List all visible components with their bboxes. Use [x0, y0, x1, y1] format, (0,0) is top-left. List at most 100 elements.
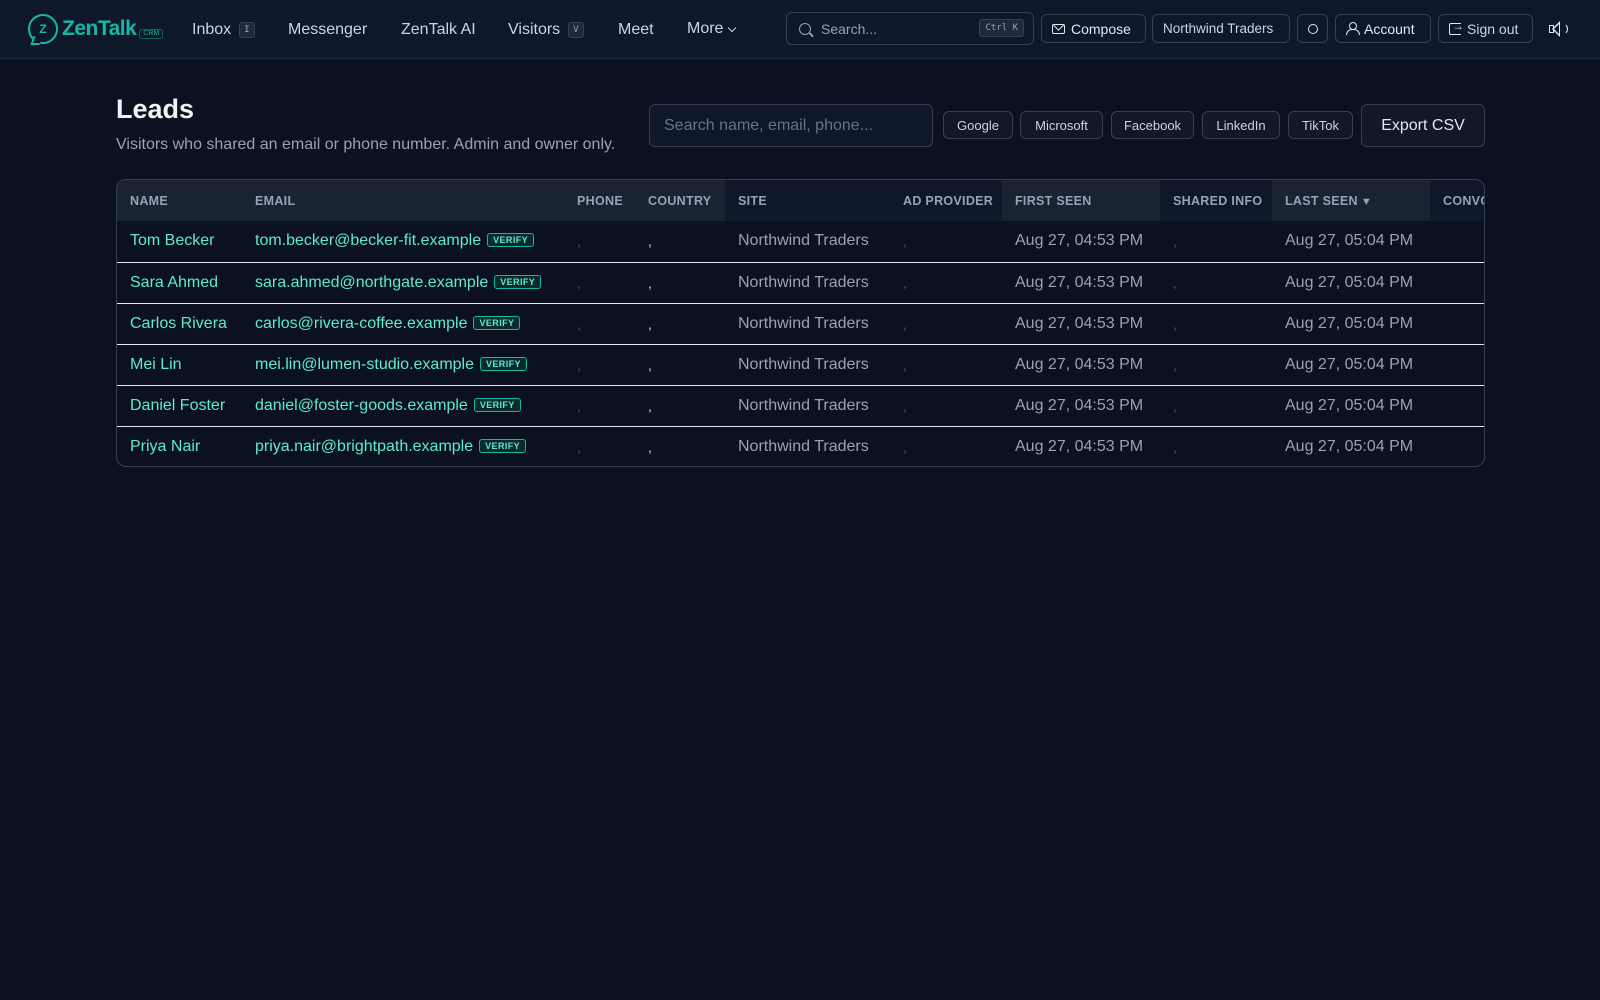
lead-email[interactable]: daniel@foster-goods.example [255, 397, 468, 414]
table-header-row: NAME EMAIL PHONE COUNTRY SITE AD PROVIDE… [117, 180, 1484, 221]
nav-zentalk-ai[interactable]: ZenTalk AI [401, 19, 476, 41]
lead-phone: , [577, 397, 581, 414]
lead-ad-provider: , [903, 438, 907, 455]
filter-tiktok-button[interactable]: TikTok [1288, 111, 1353, 139]
lead-convo[interactable] [1430, 221, 1484, 262]
workspace-switcher[interactable]: Northwind Traders [1152, 14, 1290, 43]
global-search[interactable]: Ctrl K [786, 12, 1034, 45]
column-header-shared-info[interactable]: SHARED INFO [1160, 180, 1272, 221]
lead-convo[interactable] [1430, 426, 1484, 466]
lead-shared-info: , [1173, 315, 1177, 332]
lead-convo[interactable] [1430, 385, 1484, 426]
lead-search-input[interactable] [649, 104, 933, 147]
lead-name[interactable]: Daniel Foster [117, 385, 242, 426]
column-header-country[interactable]: COUNTRY [635, 180, 725, 221]
table-row[interactable]: Carlos Rivera carlos@rivera-coffee.examp… [117, 303, 1484, 344]
last-seen-label: LAST SEEN [1285, 193, 1358, 208]
speaker-icon[interactable] [1547, 19, 1569, 39]
column-header-phone[interactable]: PHONE [564, 180, 635, 221]
lead-convo[interactable] [1430, 303, 1484, 344]
verify-badge[interactable]: VERIFY [494, 274, 542, 289]
global-search-input[interactable] [821, 20, 971, 37]
lead-site: Northwind Traders [738, 396, 869, 414]
logo[interactable]: Z ZenTalk CRM [28, 14, 164, 44]
lead-email[interactable]: sara.ahmed@northgate.example [255, 274, 488, 291]
lead-last-seen: Aug 27, 05:04 PM [1285, 355, 1414, 373]
lead-name[interactable]: Tom Becker [117, 221, 242, 262]
lead-first-seen: Aug 27, 04:53 PM [1015, 355, 1144, 373]
lead-name[interactable]: Mei Lin [117, 344, 242, 385]
lead-country: , [648, 356, 652, 373]
column-header-site[interactable]: SITE [725, 180, 890, 221]
compose-button[interactable]: Compose [1041, 14, 1146, 43]
column-header-ad-provider[interactable]: AD PROVIDER [890, 180, 1002, 221]
lead-email[interactable]: mei.lin@lumen-studio.example [255, 356, 474, 373]
account-button[interactable]: Account [1335, 14, 1431, 43]
search-icon [799, 22, 811, 35]
lead-shared-info: , [1173, 233, 1177, 250]
nav-more[interactable]: More [687, 18, 737, 40]
sign-out-icon [1449, 19, 1464, 35]
table-row[interactable]: Sara Ahmed sara.ahmed@northgate.example V… [117, 262, 1484, 303]
filter-facebook-button[interactable]: Facebook [1111, 111, 1194, 139]
lead-email-cell: tom.becker@becker-fit.example VERIFY [242, 221, 564, 262]
verify-badge[interactable]: VERIFY [487, 233, 535, 248]
workspace-label: Northwind Traders [1163, 21, 1274, 36]
theme-toggle-button[interactable] [1297, 14, 1328, 43]
lead-ad-provider: , [903, 315, 907, 332]
sign-out-label: Sign out [1467, 20, 1519, 37]
verify-badge[interactable]: VERIFY [480, 356, 527, 371]
lead-convo[interactable] [1430, 262, 1484, 303]
page-subtitle: Visitors who shared an email or phone nu… [116, 136, 616, 153]
lead-first-seen: Aug 27, 04:53 PM [1015, 232, 1144, 250]
column-header-email[interactable]: EMAIL [242, 180, 564, 221]
lead-site: Northwind Traders [738, 314, 869, 332]
lead-email[interactable]: priya.nair@brightpath.example [255, 438, 473, 455]
nav-visitors[interactable]: Visitors V [508, 19, 584, 41]
logo-icon: Z [28, 14, 58, 44]
lead-last-seen: Aug 27, 05:04 PM [1285, 314, 1414, 332]
lead-name[interactable]: Priya Nair [117, 426, 242, 466]
user-icon [1346, 22, 1360, 35]
lead-phone: , [577, 233, 581, 250]
lead-last-seen: Aug 27, 05:04 PM [1285, 437, 1414, 455]
nav-inbox[interactable]: Inbox I [192, 19, 255, 41]
filter-linkedin-button[interactable]: LinkedIn [1202, 111, 1280, 139]
filter-microsoft-button[interactable]: Microsoft [1020, 111, 1103, 139]
lead-email[interactable]: tom.becker@becker-fit.example [255, 232, 481, 249]
lead-email-cell: priya.nair@brightpath.example VERIFY [242, 426, 564, 466]
lead-convo[interactable] [1430, 344, 1484, 385]
export-csv-button[interactable]: Export CSV [1361, 104, 1485, 147]
column-header-last-seen[interactable]: LAST SEEN ▼ [1272, 180, 1430, 221]
table-row[interactable]: Daniel Foster daniel@foster-goods.exampl… [117, 385, 1484, 426]
column-header-name[interactable]: NAME [117, 180, 242, 221]
table-row[interactable]: Priya Nair priya.nair@brightpath.example… [117, 426, 1484, 466]
lead-last-seen: Aug 27, 05:04 PM [1285, 396, 1414, 414]
lead-first-seen: Aug 27, 04:53 PM [1015, 273, 1144, 291]
lead-first-seen: Aug 27, 04:53 PM [1015, 314, 1144, 332]
column-header-first-seen[interactable]: FIRST SEEN [1002, 180, 1160, 221]
leads-table: NAME EMAIL PHONE COUNTRY SITE AD PROVIDE… [116, 179, 1485, 467]
nav-messenger[interactable]: Messenger [288, 19, 367, 41]
lead-name[interactable]: Carlos Rivera [117, 303, 242, 344]
column-header-convo[interactable]: CONVO [1430, 180, 1484, 221]
verify-badge[interactable]: VERIFY [473, 315, 521, 330]
nav-more-label: More [687, 20, 724, 37]
account-label: Account [1364, 20, 1415, 37]
lead-ad-provider: , [903, 274, 907, 291]
table-row[interactable]: Tom Becker tom.becker@becker-fit.example… [117, 221, 1484, 262]
lead-country: , [648, 315, 652, 332]
sign-out-button[interactable]: Sign out [1438, 14, 1533, 43]
lead-ad-provider: , [903, 397, 907, 414]
lead-email[interactable]: carlos@rivera-coffee.example [255, 315, 467, 332]
table-row[interactable]: Mei Lin mei.lin@lumen-studio.example VERI… [117, 344, 1484, 385]
verify-badge[interactable]: VERIFY [473, 397, 521, 412]
filter-google-button[interactable]: Google [943, 111, 1013, 139]
lead-name[interactable]: Sara Ahmed [117, 262, 242, 303]
lead-site: Northwind Traders [738, 437, 869, 455]
lead-shared-info: , [1173, 356, 1177, 373]
page-title: Leads [116, 94, 195, 124]
nav-inbox-label: Inbox [192, 21, 232, 38]
nav-meet[interactable]: Meet [618, 19, 654, 41]
verify-badge[interactable]: VERIFY [479, 438, 527, 453]
